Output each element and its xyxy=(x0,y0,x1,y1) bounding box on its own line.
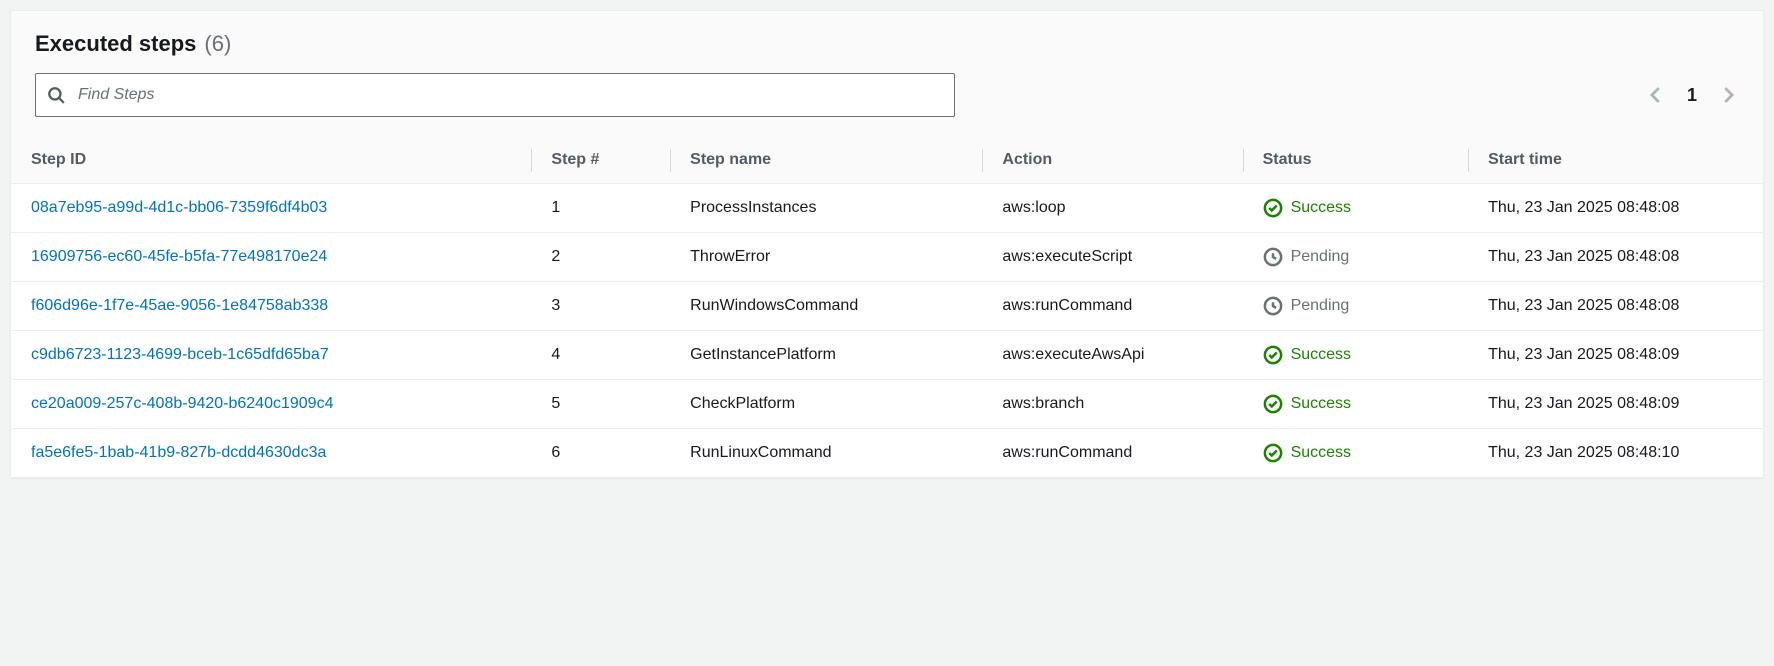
success-icon xyxy=(1263,198,1283,218)
step-number: 2 xyxy=(531,233,670,282)
step-status: Success xyxy=(1243,429,1469,478)
table-row: fa5e6fe5-1bab-41b9-827b-dcdd4630dc3a 6Run… xyxy=(11,429,1763,478)
step-id-link[interactable]: c9db6723-1123-4699-bceb-1c65dfd65ba7 xyxy=(31,346,329,363)
step-name: RunLinuxCommand xyxy=(670,429,982,478)
table-row: c9db6723-1123-4699-bceb-1c65dfd65ba7 4Get… xyxy=(11,331,1763,380)
prev-page-button[interactable] xyxy=(1645,84,1667,106)
col-header-step-id[interactable]: Step ID xyxy=(11,137,531,184)
status-label: Success xyxy=(1291,395,1351,413)
step-status: Success xyxy=(1243,380,1469,429)
status-label: Success xyxy=(1291,444,1351,462)
step-number: 5 xyxy=(531,380,670,429)
step-start-time: Thu, 23 Jan 2025 08:48:09 xyxy=(1468,331,1763,380)
step-action: aws:branch xyxy=(982,380,1242,429)
step-action: aws:executeAwsApi xyxy=(982,331,1242,380)
title-row: Executed steps (6) xyxy=(35,31,1739,57)
step-status: Pending xyxy=(1243,233,1469,282)
status-label: Pending xyxy=(1291,248,1350,266)
step-start-time: Thu, 23 Jan 2025 08:48:08 xyxy=(1468,233,1763,282)
success-icon xyxy=(1263,345,1283,365)
col-header-step-num[interactable]: Step # xyxy=(531,137,670,184)
pending-icon xyxy=(1263,247,1283,267)
search-icon xyxy=(47,86,65,104)
page-number: 1 xyxy=(1687,85,1697,106)
step-id-link[interactable]: 16909756-ec60-45fe-b5fa-77e498170e24 xyxy=(31,248,327,265)
step-status: Success xyxy=(1243,331,1469,380)
pagination: 1 xyxy=(1645,84,1739,106)
step-id-link[interactable]: ce20a009-257c-408b-9420-b6240c1909c4 xyxy=(31,395,333,412)
step-start-time: Thu, 23 Jan 2025 08:48:08 xyxy=(1468,282,1763,331)
chevron-left-icon xyxy=(1645,84,1667,106)
step-name: GetInstancePlatform xyxy=(670,331,982,380)
step-action: aws:loop xyxy=(982,184,1242,233)
panel-title: Executed steps xyxy=(35,31,196,57)
pending-icon xyxy=(1263,296,1283,316)
step-id-link[interactable]: f606d96e-1f7e-45ae-9056-1e84758ab338 xyxy=(31,297,328,314)
step-action: aws:runCommand xyxy=(982,282,1242,331)
panel-count: (6) xyxy=(204,31,231,57)
steps-table: Step ID Step # Step name Action Status S… xyxy=(11,137,1763,477)
search-wrap xyxy=(35,73,955,117)
controls-row: 1 xyxy=(35,73,1739,117)
next-page-button[interactable] xyxy=(1717,84,1739,106)
col-header-action[interactable]: Action xyxy=(982,137,1242,184)
status-label: Success xyxy=(1291,346,1351,364)
executed-steps-panel: Executed steps (6) 1 xyxy=(10,10,1764,478)
step-start-time: Thu, 23 Jan 2025 08:48:09 xyxy=(1468,380,1763,429)
table-header-row: Step ID Step # Step name Action Status S… xyxy=(11,137,1763,184)
step-number: 6 xyxy=(531,429,670,478)
step-name: RunWindowsCommand xyxy=(670,282,982,331)
step-name: CheckPlatform xyxy=(670,380,982,429)
step-start-time: Thu, 23 Jan 2025 08:48:10 xyxy=(1468,429,1763,478)
status-label: Pending xyxy=(1291,297,1350,315)
step-number: 1 xyxy=(531,184,670,233)
search-input[interactable] xyxy=(35,73,955,117)
table-row: f606d96e-1f7e-45ae-9056-1e84758ab338 3Run… xyxy=(11,282,1763,331)
step-status: Success xyxy=(1243,184,1469,233)
step-start-time: Thu, 23 Jan 2025 08:48:08 xyxy=(1468,184,1763,233)
step-action: aws:runCommand xyxy=(982,429,1242,478)
success-icon xyxy=(1263,394,1283,414)
step-id-link[interactable]: 08a7eb95-a99d-4d1c-bb06-7359f6df4b03 xyxy=(31,199,327,216)
step-action: aws:executeScript xyxy=(982,233,1242,282)
status-label: Success xyxy=(1291,199,1351,217)
table-row: 16909756-ec60-45fe-b5fa-77e498170e24 2Thr… xyxy=(11,233,1763,282)
step-number: 4 xyxy=(531,331,670,380)
col-header-step-name[interactable]: Step name xyxy=(670,137,982,184)
step-name: ThrowError xyxy=(670,233,982,282)
panel-header: Executed steps (6) 1 xyxy=(11,11,1763,137)
step-id-link[interactable]: fa5e6fe5-1bab-41b9-827b-dcdd4630dc3a xyxy=(31,444,326,461)
col-header-status[interactable]: Status xyxy=(1243,137,1469,184)
col-header-start-time[interactable]: Start time xyxy=(1468,137,1763,184)
table-row: ce20a009-257c-408b-9420-b6240c1909c4 5Che… xyxy=(11,380,1763,429)
step-status: Pending xyxy=(1243,282,1469,331)
chevron-right-icon xyxy=(1717,84,1739,106)
step-number: 3 xyxy=(531,282,670,331)
step-name: ProcessInstances xyxy=(670,184,982,233)
success-icon xyxy=(1263,443,1283,463)
table-row: 08a7eb95-a99d-4d1c-bb06-7359f6df4b03 1Pro… xyxy=(11,184,1763,233)
